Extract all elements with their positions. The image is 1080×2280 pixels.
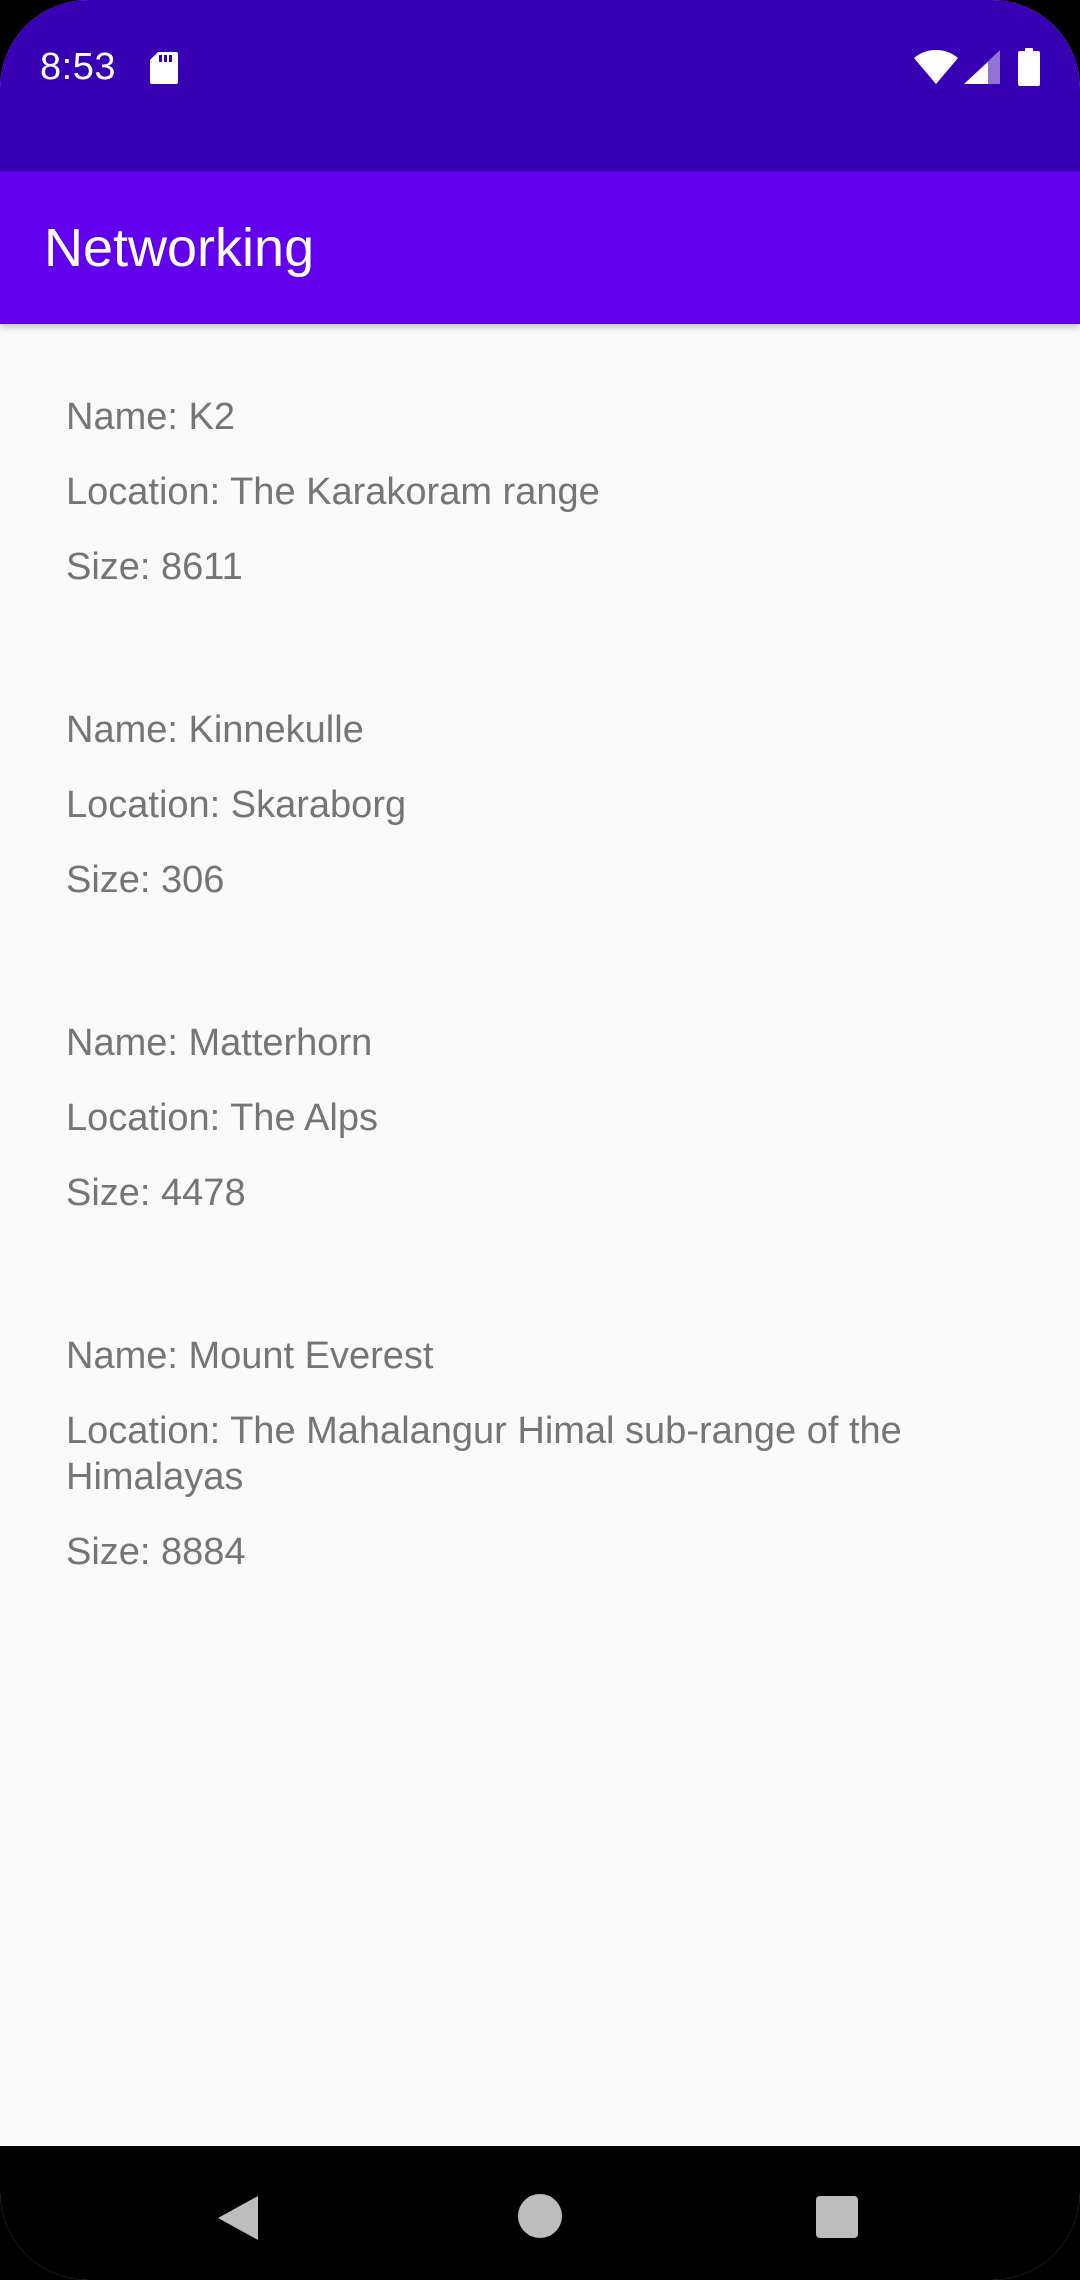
mountain-size: Size: 306	[66, 859, 225, 901]
list-item[interactable]: Name: Mount Everest Location: The Mahala…	[66, 1333, 966, 1575]
home-icon[interactable]	[518, 2194, 562, 2238]
signal-icon	[964, 50, 1000, 84]
list-item[interactable]: Name: Kinnekulle Location: Skaraborg Siz…	[66, 707, 966, 903]
phone-screen: 8:53 Networking Name: K2 Location: The K…	[0, 0, 1080, 2280]
recents-icon[interactable]	[816, 2196, 858, 2238]
mountain-name: Name: K2	[66, 396, 235, 438]
mountain-location: Location: The Karakoram range	[66, 471, 600, 513]
app-title: Networking	[44, 218, 315, 278]
mountain-list-container[interactable]: Name: K2 Location: The Karakoram range S…	[0, 324, 1080, 2146]
sd-card-icon	[150, 52, 178, 84]
mountain-size: Size: 8611	[66, 546, 243, 588]
mountain-name: Name: Mount Everest	[66, 1335, 434, 1377]
mountain-size: Size: 8884	[66, 1531, 246, 1573]
app-bar: Networking	[0, 171, 1080, 324]
list-item[interactable]: Name: K2 Location: The Karakoram range S…	[66, 394, 966, 590]
mountain-size: Size: 4478	[66, 1172, 246, 1214]
navigation-bar	[0, 2146, 1080, 2280]
list-item[interactable]: Name: Matterhorn Location: The Alps Size…	[66, 1020, 966, 1216]
status-time: 8:53	[40, 46, 116, 88]
status-bar: 8:53	[0, 0, 1080, 171]
mountain-name: Name: Kinnekulle	[66, 709, 364, 751]
mountain-name: Name: Matterhorn	[66, 1022, 373, 1064]
mountain-location: Location: The Mahalangur Himal sub-range…	[66, 1410, 902, 1498]
wifi-icon	[914, 50, 958, 84]
mountain-location: Location: The Alps	[66, 1097, 378, 1139]
mountain-location: Location: Skaraborg	[66, 784, 407, 826]
back-icon[interactable]	[216, 2194, 260, 2242]
battery-icon	[1018, 48, 1040, 86]
